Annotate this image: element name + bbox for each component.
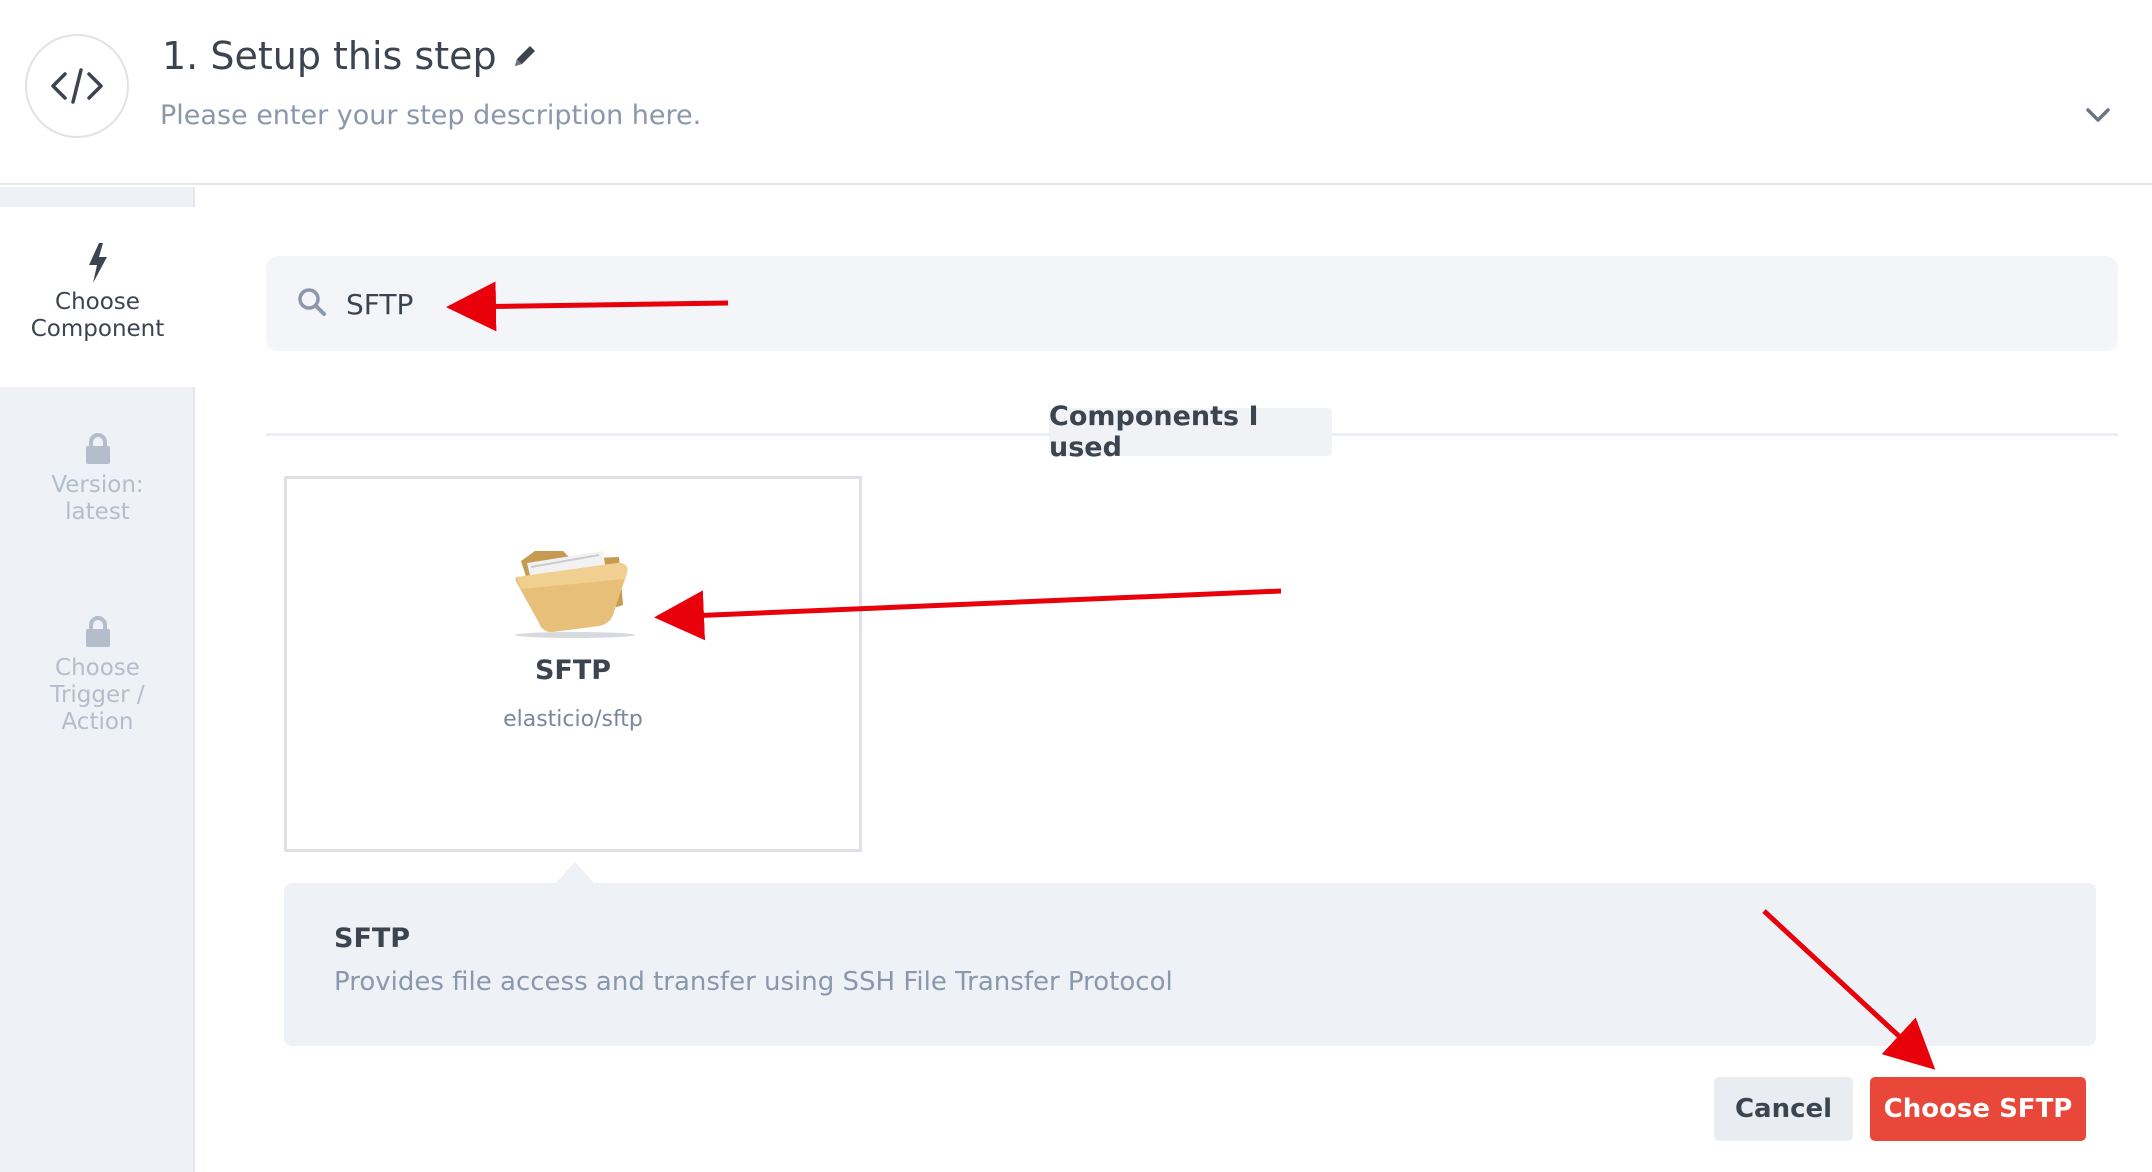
panel-pointer [555,862,595,884]
code-icon [25,34,129,138]
component-path: elasticio/sftp [503,707,643,732]
choose-component-button[interactable]: Choose SFTP [1870,1077,2086,1141]
step-header: 1. Setup this step Please enter your ste… [0,0,2152,185]
sidebar-item-label: Component [30,316,165,342]
chevron-down-icon[interactable] [2080,100,2116,128]
search-icon [294,284,330,320]
sidebar-item-version: Version: latest [0,432,195,526]
sidebar-item-label: Version: [51,472,144,498]
sidebar-item-choose-component[interactable]: Choose Component [0,207,195,387]
folder-icon [513,531,637,643]
sidebar-item-label: Choose [55,655,140,681]
wizard-sidebar: Choose Component Version: latest Choose … [0,187,195,1172]
component-search [266,256,2118,351]
component-name: SFTP [534,655,612,686]
sidebar-item-label: Action [61,709,134,735]
step-title: 1. Setup this step [162,34,497,78]
step-description[interactable]: Please enter your step description here. [160,100,701,131]
search-input[interactable] [346,276,2046,332]
sidebar-item-label: latest [65,499,130,525]
description-text: Provides file access and transfer using … [334,967,1173,997]
sidebar-item-label: Choose [55,289,140,315]
pencil-icon[interactable] [511,42,539,70]
component-card-sftp[interactable]: SFTP elasticio/sftp [284,476,862,852]
lock-icon [0,615,195,649]
lock-icon [0,432,195,466]
component-description-panel: SFTP Provides file access and transfer u… [284,883,2096,1046]
cancel-button[interactable]: Cancel [1714,1077,1853,1141]
section-label: Components I used [1049,401,1332,463]
lightning-icon [0,243,195,283]
sidebar-item-label: Trigger / [50,682,145,708]
sidebar-item-choose-trigger-action: Choose Trigger / Action [0,615,195,736]
description-title: SFTP [334,923,411,954]
